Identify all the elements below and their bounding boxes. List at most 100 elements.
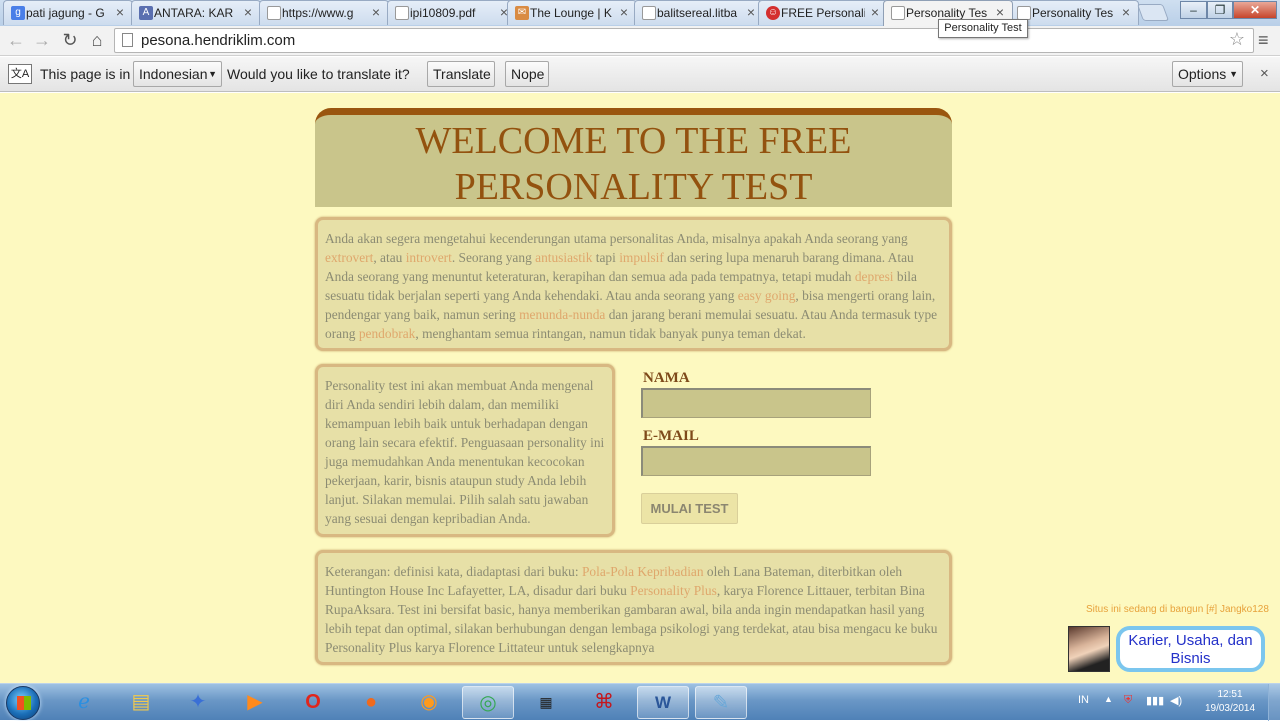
avatar[interactable] [1068,626,1110,672]
link-pendobrak[interactable]: pendobrak [359,326,416,341]
tab-https[interactable]: https://www.g × [259,0,389,25]
close-icon[interactable]: × [620,4,628,20]
page-icon [891,6,905,20]
bookmark-star-icon[interactable]: ☆ [1229,29,1245,50]
start-button[interactable] [6,686,40,720]
back-button[interactable]: ← [5,30,27,52]
language-indicator[interactable]: IN [1078,694,1089,706]
tab-the-lounge[interactable]: ✉ The Lounge | K × [507,0,637,25]
windows-logo-icon [17,696,31,710]
page-icon [395,6,409,20]
language-select[interactable]: Indonesian ▼ [133,61,222,87]
link-extrovert[interactable]: extrovert [325,250,373,265]
intro-text: , menghantam semua rintangan, namun tida… [415,326,806,341]
maximize-button[interactable]: ❐ [1207,1,1233,19]
footer-notice[interactable]: Situs ini sedang di bangun [#] Jangko128 [1086,604,1269,615]
url-text: pesona.hendriklim.com [141,32,296,49]
acrobat-icon[interactable]: ⌘ [578,686,630,719]
link-depresi[interactable]: depresi [855,269,894,284]
page-icon [1017,6,1031,20]
link-impulsif[interactable]: impulsif [619,250,664,265]
show-desktop-button[interactable] [1268,684,1280,721]
window-close-button[interactable]: ✕ [1233,1,1277,19]
volume-icon[interactable]: ◀) [1170,694,1182,707]
tab-title: https://www.g [282,6,354,20]
close-icon[interactable]: × [1122,4,1130,20]
calendar-icon[interactable]: ▦ [520,686,572,719]
name-input[interactable] [641,388,871,418]
tab-free-personality[interactable]: ☺ FREE Personali × [758,0,888,25]
tab-title: Personality Tes [906,6,988,20]
translate-bar: 文A This page is in Indonesian ▼ Would yo… [0,57,1280,92]
tab-balitsereal[interactable]: balitsereal.litba × [634,0,764,25]
link-personality-plus[interactable]: Personality Plus [630,583,717,598]
chrome-icon[interactable]: ◎ [462,686,514,719]
link-pola-pola-kepribadian[interactable]: Pola-Pola Kepribadian [582,564,704,579]
home-button[interactable]: ⌂ [86,30,108,52]
tab-pati-jagung[interactable]: g pati jagung - G × [3,0,133,25]
link-easy-going[interactable]: easy going [738,288,796,303]
forward-button[interactable]: → [31,30,53,52]
title-line-2: PERSONALITY TEST [454,166,813,208]
tab-personality-test[interactable]: Personality Tes × [1009,0,1139,25]
reload-button[interactable]: ↻ [59,30,81,52]
tab-title: ANTARA: KAR [154,6,234,20]
page-icon [267,6,281,20]
tab-title: FREE Personali [781,6,865,20]
new-tab-button[interactable] [1136,4,1170,21]
translate-button[interactable]: Translate [427,61,495,87]
tab-title: ipi10809.pdf [410,6,476,20]
karier-widget-link[interactable]: Karier, Usaha, dan Bisnis [1116,626,1265,672]
address-bar[interactable]: pesona.hendriklim.com ☆ [114,28,1254,53]
link-menunda-nunda[interactable]: menunda-nunda [519,307,605,322]
close-icon[interactable]: × [747,4,755,20]
opera-icon[interactable]: O [287,686,339,719]
translate-question: Would you like to translate it? [227,66,410,82]
tab-antara[interactable]: A ANTARA: KAR × [131,0,261,25]
tab-title: The Lounge | K [530,6,612,20]
intro-text: , atau [373,250,406,265]
close-icon[interactable]: × [244,4,252,20]
close-icon[interactable]: × [372,4,380,20]
chrome-menu-icon[interactable]: ≡ [1258,30,1274,50]
link-introvert[interactable]: introvert [406,250,452,265]
show-hidden-icons-icon[interactable]: ▲ [1104,694,1113,704]
tab-ipi-pdf[interactable]: ipi10809.pdf × [387,0,517,25]
tab-strip: g pati jagung - G × A ANTARA: KAR × http… [0,0,1280,26]
start-test-button[interactable]: MULAI TEST [641,493,738,524]
email-label: E-MAIL [643,428,699,444]
close-icon[interactable]: × [116,4,124,20]
security-icon[interactable]: ⛨ [1124,694,1132,707]
close-icon[interactable]: × [996,4,1004,20]
nope-button[interactable]: Nope [505,61,549,87]
email-input[interactable] [641,446,871,476]
intro-text: tapi [592,250,620,265]
chevron-down-icon: ▼ [1229,69,1238,79]
options-label: Options [1178,66,1227,82]
name-label: NAMA [643,370,690,386]
explorer-icon[interactable]: ▤ [115,686,167,719]
paint-icon[interactable]: ✎ [695,686,747,719]
close-translate-icon[interactable]: × [1260,65,1269,82]
lounge-icon: ✉ [515,6,529,20]
app-icon[interactable]: ✦ [172,686,224,719]
ie-icon[interactable]: ℯ [58,686,110,719]
clock[interactable]: 12:51 19/03/2014 [1200,688,1260,716]
link-antusiastik[interactable]: antusiastik [535,250,592,265]
chevron-down-icon: ▼ [208,69,217,79]
close-icon[interactable]: × [871,4,879,20]
minimize-button[interactable]: – [1180,1,1207,19]
word-icon[interactable]: W [637,686,689,719]
media-icon[interactable]: ▶ [229,686,281,719]
app-icon[interactable]: ◉ [403,686,455,719]
tab-title: balitsereal.litba [657,6,738,20]
network-icon[interactable]: ▮▮▮ [1146,694,1164,707]
intro-text: Anda akan segera mengetahui kecenderunga… [325,231,908,246]
options-button[interactable]: Options ▼ [1172,61,1243,87]
opera-icon: ☺ [766,6,780,20]
title-line-1: WELCOME TO THE FREE [415,120,852,162]
page-icon [642,6,656,20]
google-icon: g [11,6,25,20]
description-box: Personality test ini akan membuat Anda m… [315,364,615,537]
firefox-icon[interactable]: ● [345,686,397,719]
